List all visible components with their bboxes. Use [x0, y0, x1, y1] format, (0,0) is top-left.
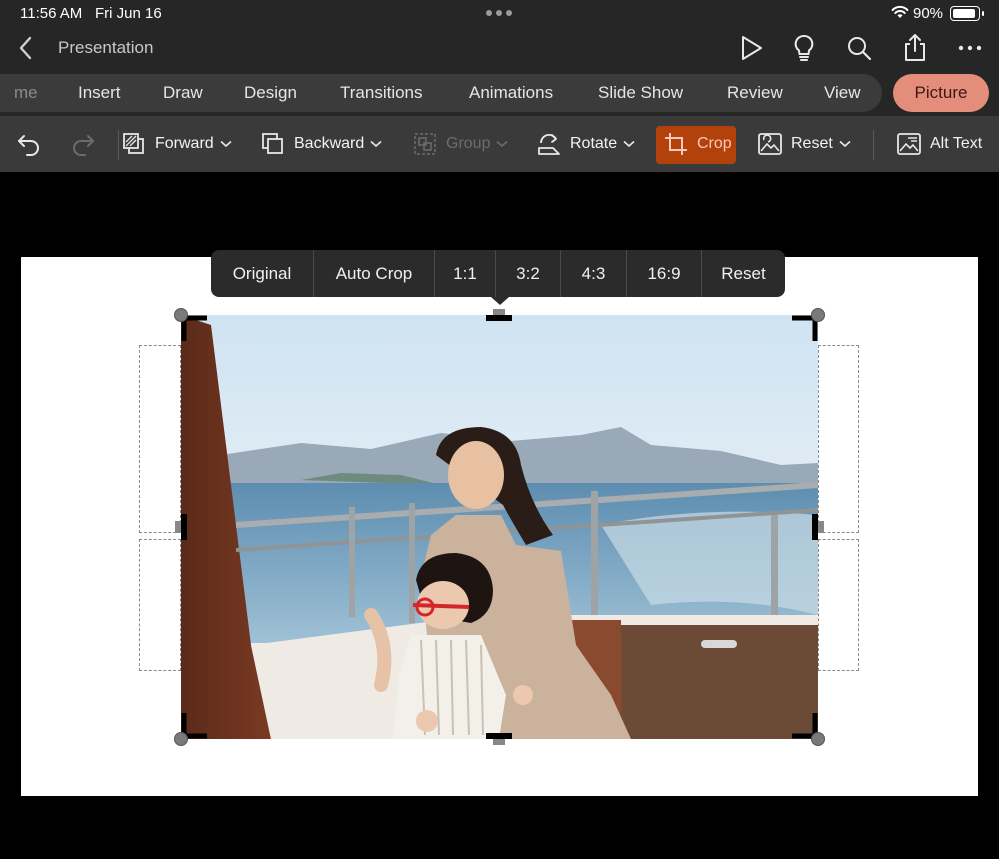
tab-transitions[interactable]: Transitions — [340, 83, 423, 103]
play-icon[interactable] — [735, 32, 767, 64]
share-icon[interactable] — [899, 32, 931, 64]
tab-slide-show[interactable]: Slide Show — [598, 83, 683, 103]
send-backward-icon — [262, 133, 283, 154]
crop-bounds-left-lower — [139, 539, 181, 671]
ribbon-tabs: me Insert Draw Design Transitions Animat… — [0, 70, 999, 116]
chevron-down-icon — [839, 140, 851, 148]
tab-insert[interactable]: Insert — [78, 83, 121, 103]
redo-button[interactable] — [70, 128, 96, 160]
alt-text-icon — [897, 133, 921, 155]
status-time: 11:56 AM — [20, 5, 83, 22]
reset-label: Reset — [791, 135, 833, 152]
chevron-down-icon — [623, 140, 635, 148]
wifi-icon — [891, 5, 909, 18]
crop-ratio-1-1-button[interactable]: 1:1 — [435, 250, 496, 297]
forward-label: Forward — [155, 135, 214, 152]
chevron-down-icon — [496, 140, 509, 148]
crop-bounds-right-upper — [818, 345, 859, 533]
status-date: Fri Jun 16 — [95, 5, 162, 22]
search-icon[interactable] — [843, 32, 875, 64]
toolbar-divider — [873, 130, 874, 160]
picture-toolbar: Forward Backward Group Rotate Crop Reset… — [0, 116, 999, 172]
crop-original-button[interactable]: Original — [211, 250, 314, 297]
crop-icon — [665, 133, 687, 155]
rotate-button[interactable]: Rotate — [536, 128, 635, 160]
crop-bounds-right-lower — [818, 539, 859, 671]
document-title[interactable]: Presentation — [58, 38, 153, 58]
crop-handle-top[interactable] — [486, 315, 512, 321]
reset-picture-icon — [758, 133, 782, 155]
alt-text-button[interactable]: Alt Text — [896, 128, 982, 160]
resize-handle-top-right[interactable] — [811, 308, 825, 322]
tab-animations[interactable]: Animations — [469, 83, 553, 103]
crop-label: Crop — [697, 135, 732, 152]
selected-picture[interactable] — [181, 315, 818, 739]
toolbar-divider — [118, 130, 119, 160]
group-icon — [414, 133, 436, 155]
crop-handle-right-grip — [818, 521, 824, 533]
crop-handle-left-grip — [175, 521, 181, 533]
crop-button-content[interactable]: Crop — [663, 128, 732, 160]
crop-ratio-4-3-button[interactable]: 4:3 — [561, 250, 627, 297]
more-icon[interactable] — [954, 32, 986, 64]
redo-icon — [73, 135, 94, 156]
crop-reset-button[interactable]: Reset — [702, 250, 785, 297]
crop-handle-bottom-grip — [493, 739, 505, 745]
tab-view[interactable]: View — [824, 83, 861, 103]
alt-text-label: Alt Text — [930, 135, 983, 152]
crop-handle-left[interactable] — [181, 514, 187, 540]
chevron-left-icon[interactable] — [14, 32, 38, 64]
rotate-label: Rotate — [570, 135, 618, 152]
chevron-down-icon — [370, 140, 382, 148]
resize-handle-bottom-right[interactable] — [811, 732, 825, 746]
tab-design[interactable]: Design — [244, 83, 297, 103]
bring-forward-icon — [123, 133, 144, 154]
crop-options-menu: Original Auto Crop 1:1 3:2 4:3 16:9 Rese… — [211, 250, 785, 297]
tab-picture[interactable]: Picture — [893, 74, 989, 112]
crop-menu-pointer — [491, 297, 509, 305]
tab-home[interactable]: me — [14, 83, 38, 103]
crop-handle-top-grip — [493, 309, 505, 315]
crop-bounds-left-upper — [139, 345, 181, 533]
backward-label: Backward — [294, 135, 365, 152]
rotate-icon — [538, 133, 560, 155]
tab-draw[interactable]: Draw — [163, 83, 203, 103]
reset-picture-button[interactable]: Reset — [757, 128, 851, 160]
backward-button[interactable]: Backward — [260, 128, 382, 160]
multitasking-dots-icon[interactable] — [486, 10, 512, 16]
group-button[interactable]: Group — [412, 128, 509, 160]
crop-ratio-3-2-button[interactable]: 3:2 — [496, 250, 561, 297]
forward-button[interactable]: Forward — [121, 128, 232, 160]
battery-percent: 90% — [913, 5, 944, 22]
battery-icon — [950, 6, 984, 21]
status-bar: 11:56 AM Fri Jun 16 90% — [0, 0, 999, 28]
undo-icon — [18, 135, 39, 156]
title-bar: Presentation — [0, 28, 999, 70]
resize-handle-bottom-left[interactable] — [174, 732, 188, 746]
group-label: Group — [446, 135, 491, 152]
lightbulb-icon[interactable] — [788, 32, 820, 64]
resize-handle-top-left[interactable] — [174, 308, 188, 322]
tab-review[interactable]: Review — [727, 83, 783, 103]
crop-ratio-16-9-button[interactable]: 16:9 — [627, 250, 702, 297]
chevron-down-icon — [220, 140, 232, 148]
crop-auto-button[interactable]: Auto Crop — [314, 250, 435, 297]
undo-button[interactable] — [16, 128, 42, 160]
